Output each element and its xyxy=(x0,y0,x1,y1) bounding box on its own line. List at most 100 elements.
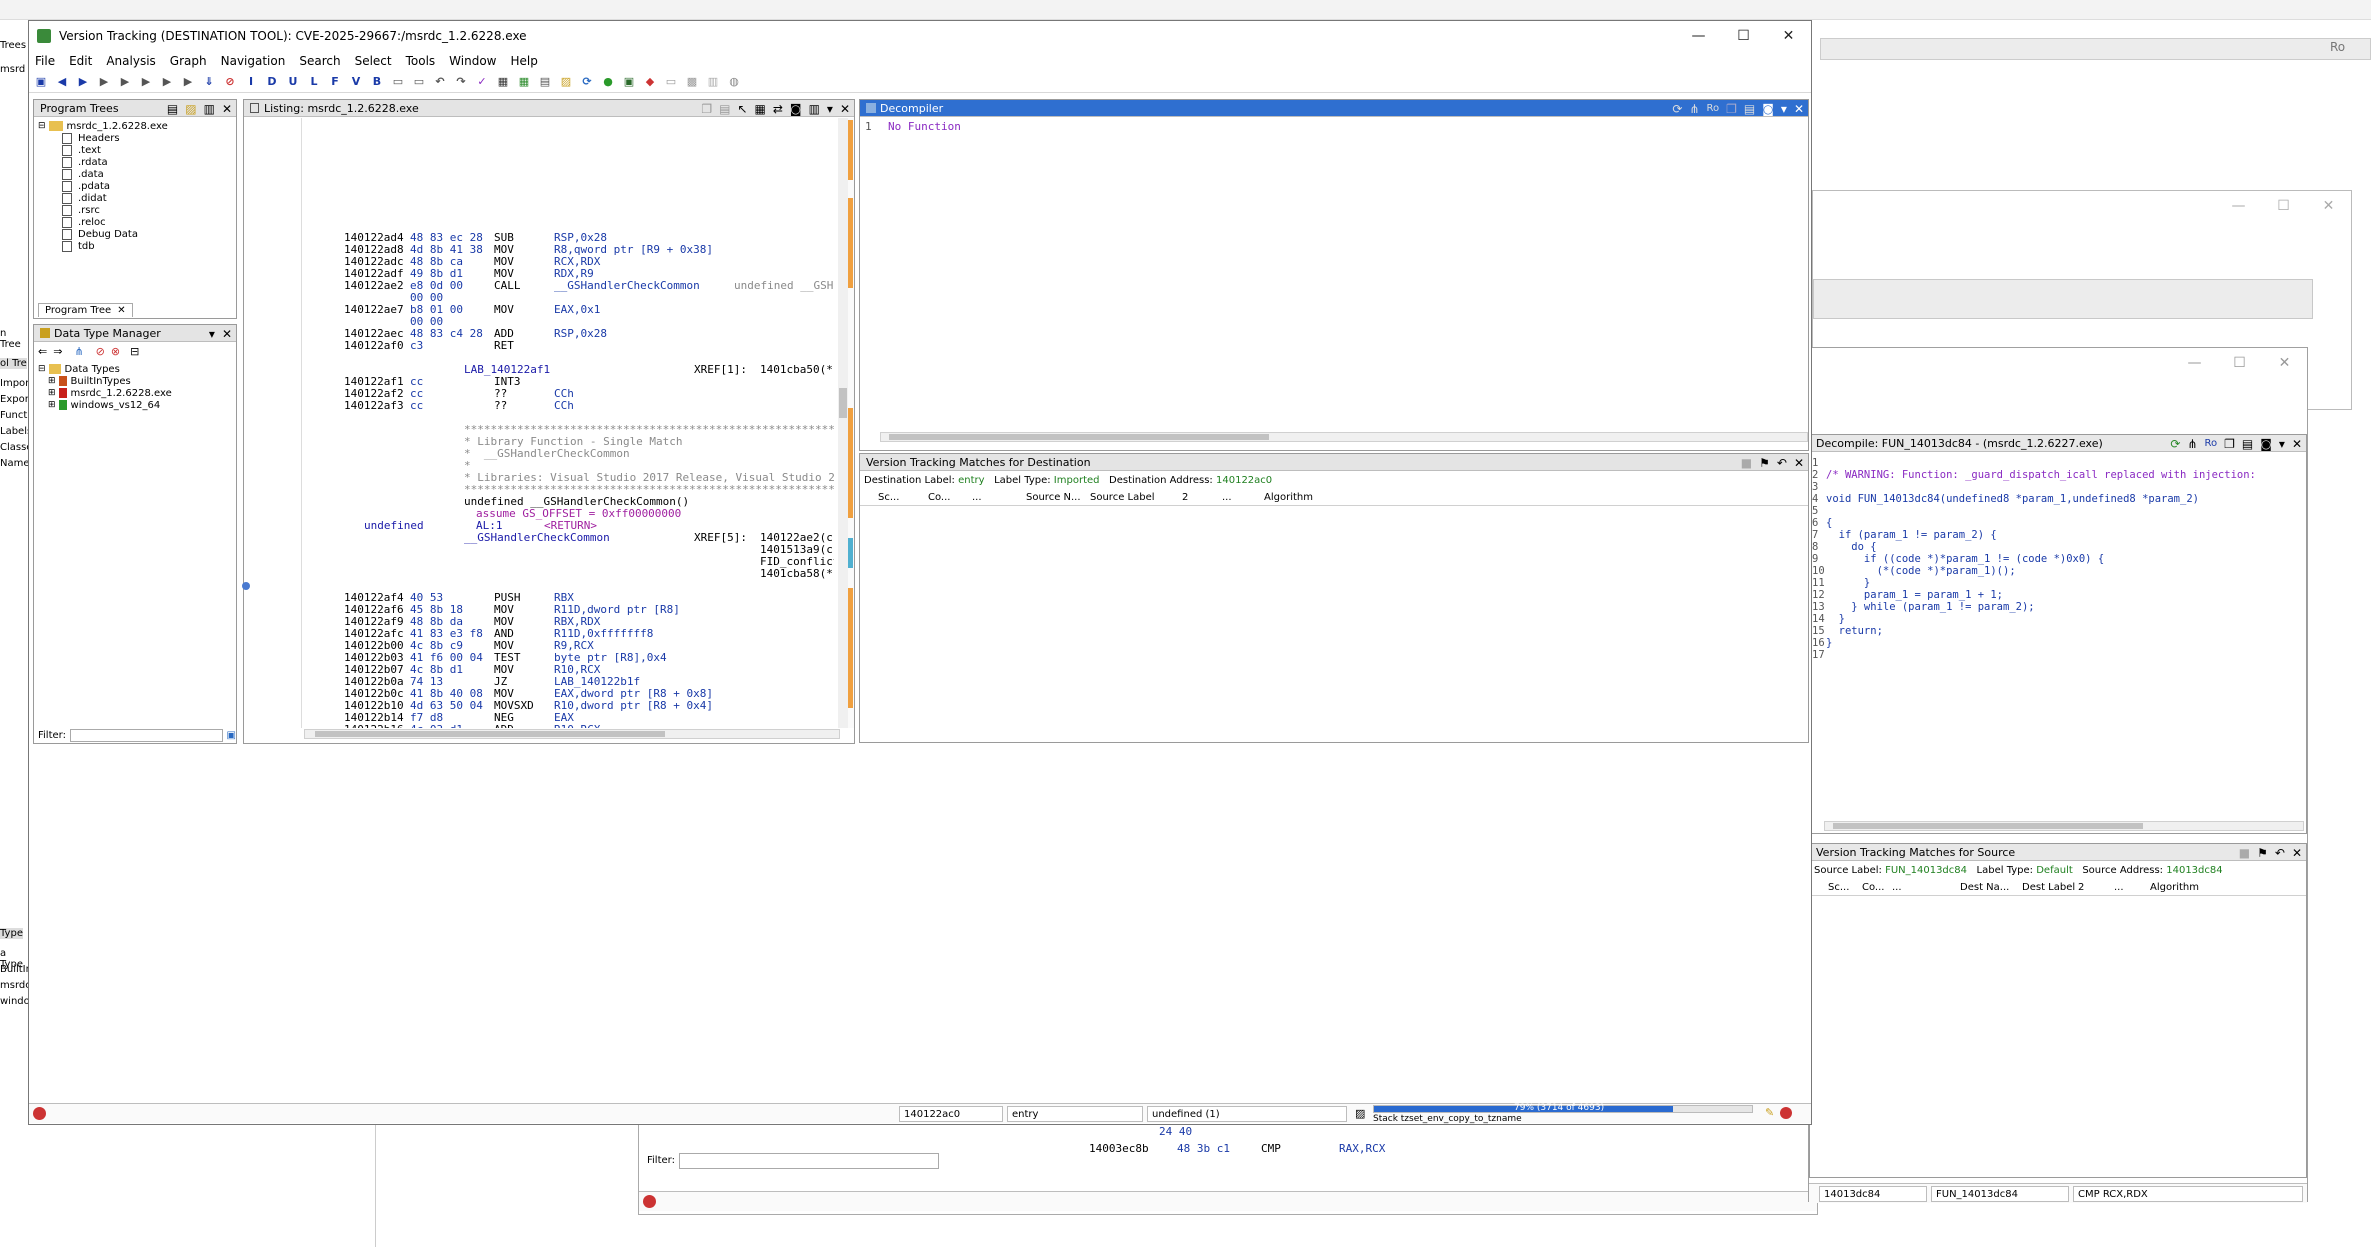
collapse-icon[interactable]: ⊟ xyxy=(38,364,46,374)
tree-item[interactable]: .reloc xyxy=(62,216,106,228)
down-arrow-icon[interactable]: ⇓ xyxy=(201,74,217,90)
menu-edit[interactable]: Edit xyxy=(69,54,92,68)
menu-navigation[interactable]: Navigation xyxy=(221,54,286,68)
menu-file[interactable]: File xyxy=(35,54,55,68)
tree-item[interactable]: tdb xyxy=(62,240,95,252)
scroll-thumb[interactable] xyxy=(1833,823,2143,829)
filter-off-icon[interactable]: ⊘ xyxy=(96,345,105,358)
nav-icon-2[interactable]: ▶ xyxy=(117,74,133,90)
nav-icon-5[interactable]: ▶ xyxy=(180,74,196,90)
image-icon[interactable]: ▩ xyxy=(684,74,700,90)
b-icon[interactable]: B xyxy=(369,74,385,90)
col-confidence[interactable]: Co... xyxy=(1862,882,1884,893)
back-icon[interactable]: ⇐ xyxy=(38,345,47,358)
col-score[interactable]: Sc... xyxy=(878,492,899,503)
bg1-maximize[interactable]: ☐ xyxy=(2261,191,2306,221)
filter-icon[interactable]: ⊗ xyxy=(111,345,120,358)
tree-item[interactable]: .rdata xyxy=(62,156,108,168)
snapshot-icon[interactable]: ◙ xyxy=(2260,437,2272,451)
col-ellipsis-2[interactable]: ... xyxy=(2114,882,2124,893)
copy-icon[interactable]: ❐ xyxy=(2224,437,2235,451)
minimize-button[interactable]: — xyxy=(1676,21,1721,51)
save-icon[interactable]: ▣ xyxy=(33,74,49,90)
undo-icon[interactable]: ↶ xyxy=(1777,456,1787,470)
menu-select[interactable]: Select xyxy=(355,54,392,68)
f-icon[interactable]: F xyxy=(327,74,343,90)
menu-icon[interactable]: ▾ xyxy=(209,327,215,341)
listing-vscroll[interactable] xyxy=(838,118,848,728)
paste-icon[interactable]: ▤ xyxy=(719,102,730,116)
refresh-icon[interactable]: ⟳ xyxy=(1672,102,1682,116)
bg-filter-input[interactable] xyxy=(679,1153,939,1169)
collapse-icon[interactable]: ⊟ xyxy=(38,121,46,131)
undo-icon[interactable]: ↶ xyxy=(432,74,448,90)
bg1-minimize[interactable]: — xyxy=(2216,191,2261,221)
tree-item[interactable]: .rsrc xyxy=(62,204,100,216)
lock-icon[interactable]: ▥ xyxy=(705,74,721,90)
vscroll-thumb[interactable] xyxy=(839,388,847,418)
tree-root[interactable]: ⊟ msrdc_1.2.6228.exe xyxy=(38,120,168,132)
bg1-close[interactable]: ✕ xyxy=(2306,191,2351,221)
hscroll-thumb[interactable] xyxy=(315,731,665,737)
src-maximize[interactable]: ☐ xyxy=(2217,348,2262,378)
tree-options-icon[interactable]: ▥ xyxy=(204,102,215,116)
tree-item[interactable]: .text xyxy=(62,144,101,156)
snapshot-icon[interactable]: ◙ xyxy=(790,102,802,116)
layout-icon[interactable]: ▥ xyxy=(809,102,820,116)
i-icon[interactable]: I xyxy=(243,74,259,90)
snapshot-icon[interactable]: ◙ xyxy=(1762,102,1774,116)
help-icon[interactable]: ◍ xyxy=(726,74,742,90)
d-icon[interactable]: D xyxy=(264,74,280,90)
copy-icon[interactable]: ❐ xyxy=(701,102,712,116)
undo-icon[interactable]: ↶ xyxy=(2275,846,2285,860)
nav-icon[interactable]: ▶ xyxy=(96,74,112,90)
forward-icon[interactable]: ▶ xyxy=(75,74,91,90)
field-edit-icon[interactable]: ▦ xyxy=(755,102,766,116)
diff-icon[interactable]: ⇄ xyxy=(773,102,783,116)
menu-graph[interactable]: Graph xyxy=(170,54,207,68)
stop-icon[interactable]: ■ xyxy=(2239,846,2250,860)
tool-icon-2[interactable]: ▭ xyxy=(411,74,427,90)
close-button[interactable]: ✕ xyxy=(1766,21,1811,51)
menu-icon[interactable]: ▾ xyxy=(1781,102,1787,116)
menu-analysis[interactable]: Analysis xyxy=(106,54,155,68)
v-icon[interactable]: V xyxy=(348,74,364,90)
stop-icon[interactable]: ⊘ xyxy=(222,74,238,90)
dtm-item[interactable]: ⊞ msrdc_1.2.6228.exe xyxy=(48,387,172,399)
menu-search[interactable]: Search xyxy=(299,54,340,68)
redo-icon[interactable]: ↷ xyxy=(453,74,469,90)
export-icon[interactable]: ▤ xyxy=(2242,437,2253,451)
new-tree-icon[interactable]: ▤ xyxy=(167,102,178,116)
graph-icon[interactable]: ⋔ xyxy=(1689,102,1699,116)
menu-icon[interactable]: ▾ xyxy=(827,102,833,116)
refresh-icon[interactable]: ⟳ xyxy=(579,74,595,90)
broom-icon[interactable]: ✎ xyxy=(1765,1106,1774,1119)
expand-icon[interactable]: ⊞ xyxy=(48,376,56,386)
expand-icon[interactable]: ⊞ xyxy=(48,400,56,410)
tree-item[interactable]: .data xyxy=(62,168,104,180)
col-sort-count[interactable]: 2 xyxy=(2078,882,2084,893)
maximize-button[interactable]: ☐ xyxy=(1721,21,1766,51)
menu-icon[interactable]: ▾ xyxy=(2279,437,2285,451)
run-icon[interactable]: ▣ xyxy=(621,74,637,90)
col-algorithm[interactable]: Algorithm xyxy=(1264,492,1313,503)
grid-icon[interactable]: ▦ xyxy=(516,74,532,90)
ro-toggle[interactable]: Ro xyxy=(1707,103,1720,114)
close-icon[interactable]: ✕ xyxy=(1794,102,1804,116)
col-ellipsis[interactable]: ... xyxy=(1892,882,1902,893)
col-ellipsis-2[interactable]: ... xyxy=(1222,492,1232,503)
close-icon[interactable]: ✕ xyxy=(2292,846,2302,860)
tree-icon[interactable]: ⋔ xyxy=(74,345,83,358)
bookmark-marker[interactable] xyxy=(242,582,250,590)
menu-window[interactable]: Window xyxy=(449,54,496,68)
l-icon[interactable]: L xyxy=(306,74,322,90)
folder-icon[interactable]: ▨ xyxy=(558,74,574,90)
col-score[interactable]: Sc... xyxy=(1828,882,1849,893)
col-sort-count[interactable]: 2 xyxy=(1182,492,1188,503)
u-icon[interactable]: U xyxy=(285,74,301,90)
decompiler-hscroll[interactable] xyxy=(880,432,1808,442)
copy-icon[interactable]: ❐ xyxy=(1726,102,1737,116)
nav-icon-4[interactable]: ▶ xyxy=(159,74,175,90)
col-confidence[interactable]: Co... xyxy=(928,492,950,503)
cancel-task-icon[interactable] xyxy=(1780,1107,1792,1119)
